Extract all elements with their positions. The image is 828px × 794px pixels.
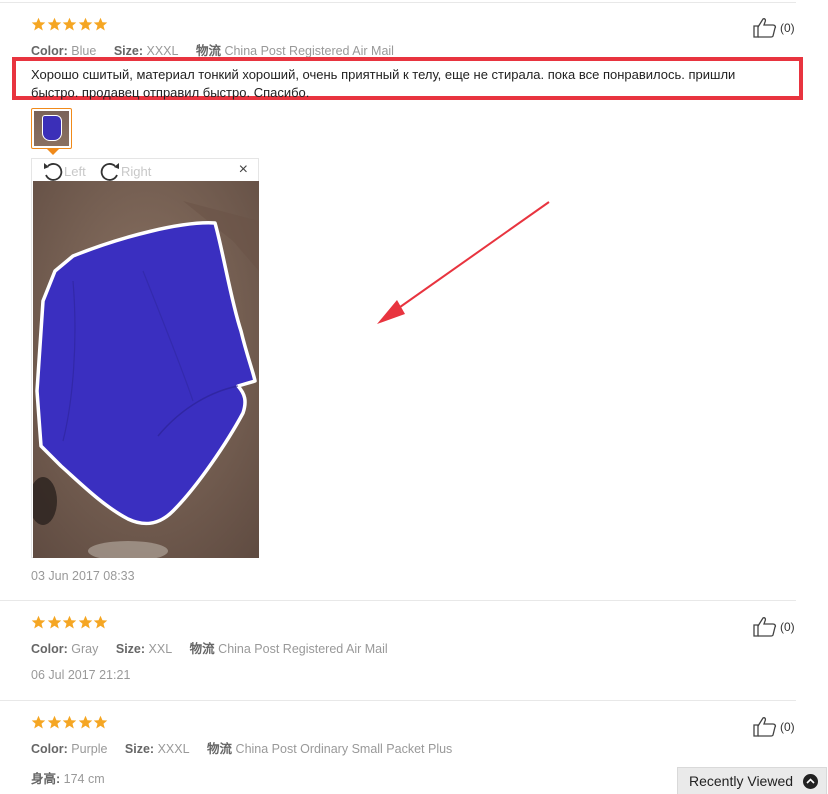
review-photo [33,181,259,558]
color-value: Blue [71,44,97,58]
review-attributes: Color: Purple Size: XXXL 物流 China Post O… [31,738,452,757]
rotate-left-label: Left [64,163,86,179]
thumbnail-image [34,111,69,146]
review-date: 06 Jul 2017 21:21 [31,668,131,682]
review-photo-thumbnail[interactable] [31,108,72,149]
star-icon [78,715,93,730]
height-value: 174 cm [63,772,105,786]
thumbnail-caret [47,149,59,155]
thumbs-up-icon [753,716,780,737]
shipping-label: 物流 [207,742,233,756]
rotate-right-icon [99,161,121,181]
rotate-left-button[interactable]: Left [42,161,86,181]
helpful-button[interactable]: (0) [753,17,795,38]
star-icon [62,715,77,730]
recently-viewed-label: Recently Viewed [689,773,794,789]
review-divider [0,700,796,701]
size-label: Size: [113,44,143,58]
review-text-highlight: Хорошо сшитый, материал тонкий хороший, … [12,57,803,100]
size-label: Size: [124,742,155,756]
star-icon [93,615,108,630]
annotation-arrow [375,200,555,335]
star-icon [47,715,62,730]
shipping-value: China Post Registered Air Mail [218,642,388,656]
star-icon [47,17,62,32]
color-value: Purple [71,742,108,756]
star-icon [31,615,46,630]
size-value: XXL [148,642,173,656]
size-value: XXXL [146,44,179,58]
size-label: Size: [115,642,146,656]
close-viewer-button[interactable]: × [239,160,248,180]
color-label: Color: [31,742,68,756]
star-icon [31,17,46,32]
shipping-value: China Post Registered Air Mail [224,44,394,58]
star-icon [47,615,62,630]
helpful-button[interactable]: (0) [753,616,795,637]
height-label: 身高: [31,772,61,786]
helpful-count: (0) [780,619,795,634]
height-attribute: 身高: 174 cm [31,768,105,787]
thumbs-up-icon [753,17,780,38]
color-label: Color: [31,642,68,656]
color-label: Color: [31,44,68,58]
thumbs-up-icon [753,616,780,637]
rating-stars [31,715,109,733]
chevron-up-icon [803,773,819,789]
review-divider [0,600,796,601]
star-icon [31,715,46,730]
rotate-right-label: Right [121,163,152,179]
helpful-button[interactable]: (0) [753,716,795,737]
star-icon [78,615,93,630]
rating-stars [31,615,109,633]
recently-viewed-tab[interactable]: Recently Viewed [677,767,827,794]
rotate-left-icon [42,161,64,181]
photo-viewer-toolbar: Left Right × [32,159,258,181]
helpful-count: (0) [780,20,795,35]
photo-viewer: Left Right × [31,158,259,558]
review-attributes: Color: Gray Size: XXL 物流 China Post Regi… [31,638,388,657]
rating-stars [31,17,109,35]
review-date: 03 Jun 2017 08:33 [31,569,135,583]
shipping-value: China Post Ordinary Small Packet Plus [235,742,453,756]
size-value: XXXL [157,742,190,756]
review-text: Хорошо сшитый, материал тонкий хороший, … [31,67,736,100]
star-icon [62,17,77,32]
top-divider [0,2,796,3]
star-icon [62,615,77,630]
star-icon [78,17,93,32]
star-icon [93,715,108,730]
color-value: Gray [71,642,99,656]
helpful-count: (0) [780,719,795,734]
shipping-label: 物流 [189,642,215,656]
shipping-label: 物流 [195,44,221,58]
rotate-right-button[interactable]: Right [99,161,151,181]
star-icon [93,17,108,32]
